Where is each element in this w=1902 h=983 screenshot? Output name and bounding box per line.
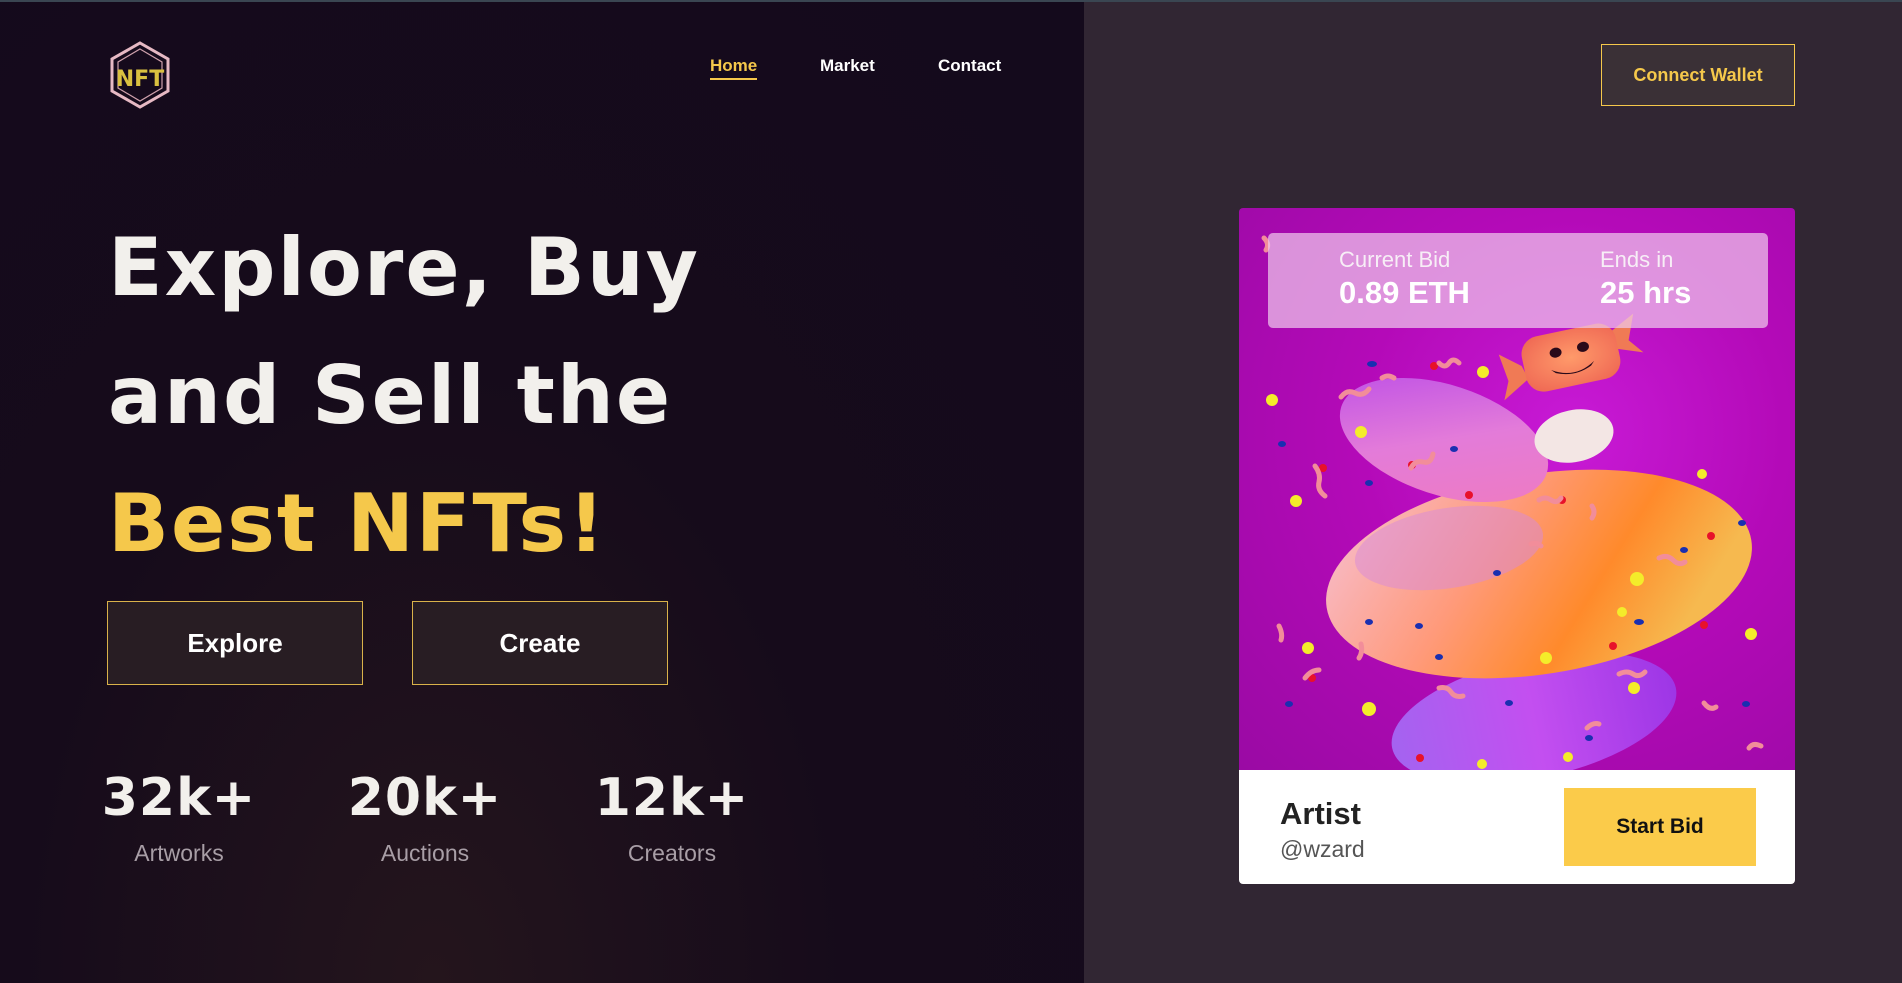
connect-wallet-button[interactable]: Connect Wallet <box>1601 44 1795 106</box>
ends-in-label: Ends in <box>1600 247 1674 272</box>
nft-logo-icon[interactable]: NFT <box>108 40 172 110</box>
current-bid-value: 0.89 ETH <box>1339 275 1470 310</box>
stat-auctions: 20k+ Auctions <box>325 764 525 867</box>
nav-home[interactable]: Home <box>710 56 758 80</box>
stat-label: Creators <box>627 840 717 866</box>
current-bid-block: Current Bid 0.89 ETH <box>1339 247 1470 311</box>
current-bid-label: Current Bid <box>1339 247 1451 272</box>
nav-market[interactable]: Market <box>820 56 875 76</box>
create-button[interactable]: Create <box>412 601 668 685</box>
ends-in-value: 25 hrs <box>1600 275 1692 310</box>
artist-title: Artist <box>1280 796 1361 831</box>
hero-title-line-3: Best NFTs! <box>108 477 607 570</box>
explore-button[interactable]: Explore <box>107 601 363 685</box>
hero-title-line-1: Explore, Buy <box>108 221 700 314</box>
stat-label: Artworks <box>134 840 224 866</box>
stat-creators: 12k+ Creators <box>572 764 772 867</box>
stat-value: 12k+ <box>594 768 750 828</box>
svg-text:NFT: NFT <box>116 67 164 92</box>
stat-value: 32k+ <box>101 768 257 828</box>
bid-info-panel: Current Bid 0.89 ETH Ends in 25 hrs <box>1268 233 1768 328</box>
stat-artworks: 32k+ Artworks <box>79 764 279 867</box>
start-bid-button[interactable]: Start Bid <box>1564 788 1756 866</box>
artist-handle[interactable]: @wzard <box>1280 836 1365 863</box>
nft-artwork[interactable]: Current Bid 0.89 ETH Ends in 25 hrs <box>1239 208 1795 770</box>
ends-in-block: Ends in 25 hrs <box>1600 247 1691 311</box>
hero-title-line-2: and Sell the <box>108 349 673 442</box>
stat-label: Auctions <box>380 840 470 866</box>
card-footer: Artist @wzard Start Bid <box>1239 770 1795 884</box>
nft-card[interactable]: Current Bid 0.89 ETH Ends in 25 hrs Arti… <box>1239 208 1795 884</box>
stat-value: 20k+ <box>347 768 503 828</box>
nav-contact[interactable]: Contact <box>938 56 1001 76</box>
